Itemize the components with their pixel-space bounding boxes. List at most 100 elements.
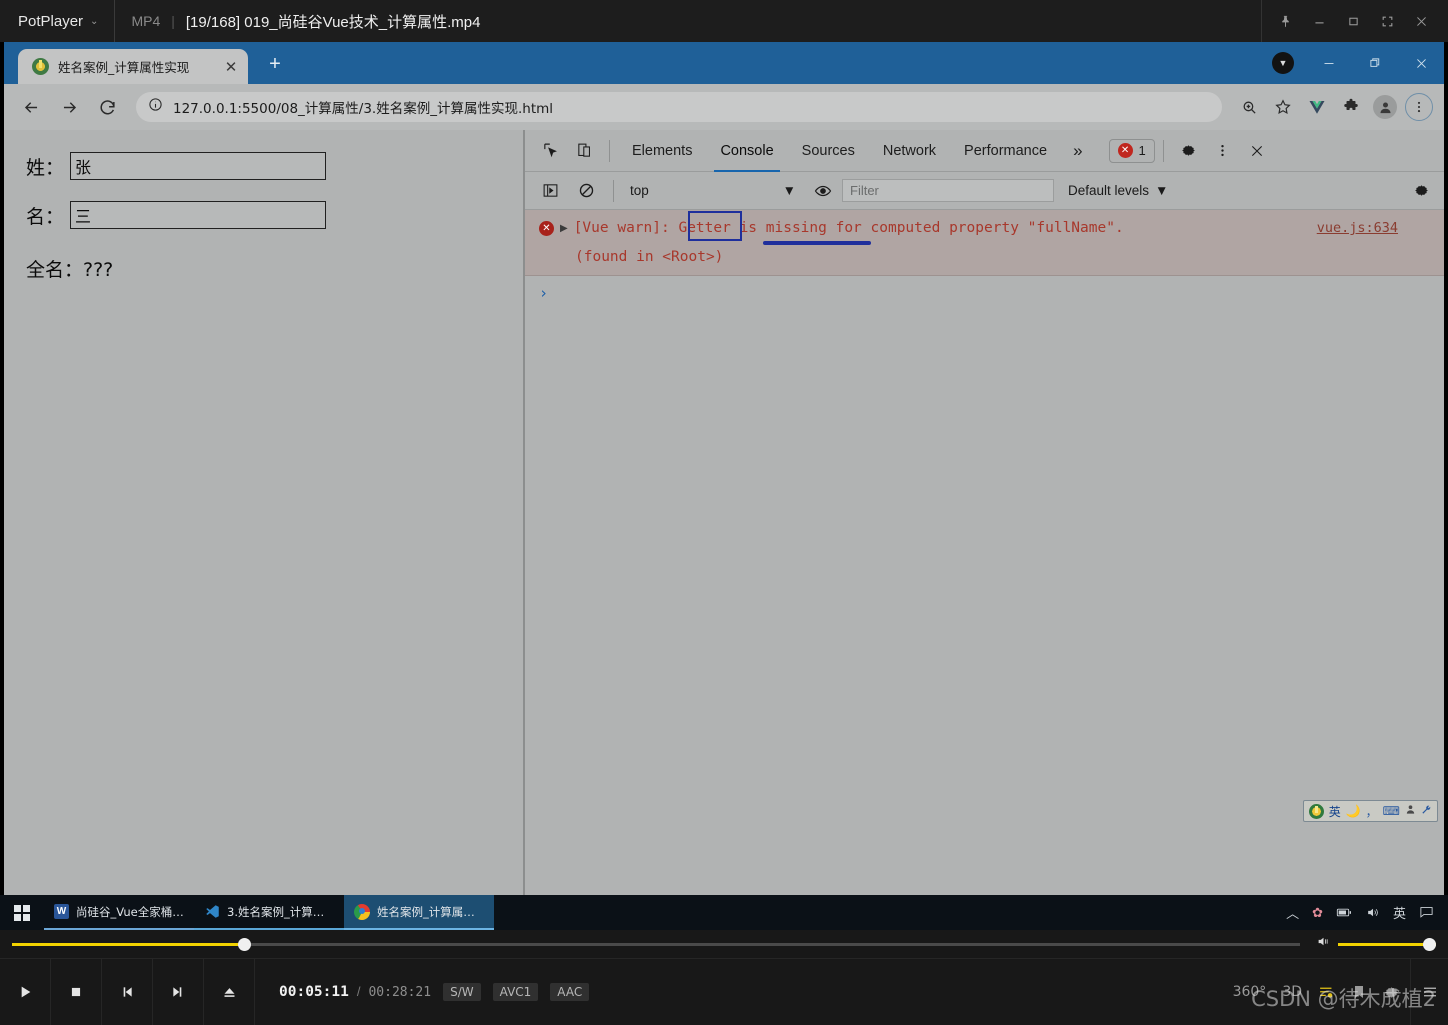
- keyboard-icon[interactable]: ⌨: [1383, 804, 1400, 818]
- extensions-puzzle-icon[interactable]: [1336, 92, 1366, 122]
- annotation-underline: [763, 241, 871, 245]
- expand-triangle-icon[interactable]: ▶: [560, 223, 568, 234]
- console-message-source-link[interactable]: vue.js:634: [1317, 220, 1398, 236]
- previous-icon[interactable]: [102, 958, 153, 1025]
- volume-icon[interactable]: [1316, 935, 1331, 953]
- chevron-up-icon[interactable]: ︿: [1286, 903, 1299, 922]
- tab-network[interactable]: Network: [869, 130, 950, 172]
- system-tray: ︿ ✿ 英: [1286, 903, 1448, 922]
- restore-icon[interactable]: [1352, 42, 1398, 84]
- comma-icon[interactable]: ，: [1366, 803, 1378, 820]
- console-message-found-in: (found in <Root>): [575, 248, 724, 265]
- tab-performance[interactable]: Performance: [950, 130, 1061, 172]
- settings-gear-icon[interactable]: [1172, 134, 1206, 168]
- profile-avatar-wrap[interactable]: [1370, 92, 1400, 122]
- person-icon[interactable]: [1405, 804, 1416, 818]
- profile-avatar-icon[interactable]: [1373, 95, 1397, 119]
- forward-arrow-icon[interactable]: [52, 90, 86, 124]
- log-levels-select[interactable]: Default levels ▼: [1068, 183, 1168, 198]
- playlist-icon[interactable]: [1318, 984, 1335, 1001]
- console-input-prompt[interactable]: ›: [525, 276, 1444, 302]
- site-info-icon[interactable]: [148, 97, 163, 117]
- close-devtools-icon[interactable]: [1240, 134, 1274, 168]
- console-sidebar-icon[interactable]: [533, 174, 567, 208]
- clear-console-icon[interactable]: [569, 174, 603, 208]
- volume-handle[interactable]: [1423, 937, 1436, 951]
- new-tab-button[interactable]: +: [262, 53, 288, 76]
- device-toolbar-icon[interactable]: [567, 134, 601, 168]
- console-filter-input[interactable]: Filter: [842, 179, 1054, 202]
- taskbar-item-chrome[interactable]: 姓名案例_计算属性实...: [344, 895, 494, 930]
- fullname-output: 全名：???: [26, 259, 114, 281]
- eject-icon[interactable]: [204, 958, 255, 1025]
- minimize-icon[interactable]: [1306, 42, 1352, 84]
- surname-field-row: 姓：: [26, 152, 525, 180]
- tab-sources[interactable]: Sources: [788, 130, 869, 172]
- player-menu-icon[interactable]: [1410, 958, 1448, 1025]
- pin-icon[interactable]: [1268, 0, 1302, 42]
- seek-slider[interactable]: [12, 937, 1300, 951]
- taskbar-item-word[interactable]: W 尚硅谷_Vue全家桶.d...: [44, 895, 194, 930]
- error-count-badge[interactable]: ✕ 1: [1108, 138, 1155, 163]
- browser-tab[interactable]: 姓名案例_计算属性实现 ✕: [18, 49, 248, 84]
- chrome-menu-wrap[interactable]: [1404, 92, 1434, 122]
- preferences-gear-icon[interactable]: [1383, 984, 1400, 1001]
- ime-language-label[interactable]: 英: [1329, 803, 1341, 820]
- volume-icon[interactable]: [1365, 906, 1380, 919]
- download-icon[interactable]: ▼: [1260, 42, 1306, 84]
- potplayer-app-name: PotPlayer: [18, 12, 84, 30]
- moon-icon[interactable]: 🌙: [1346, 804, 1361, 818]
- chrome-menu-icon[interactable]: [1405, 93, 1433, 121]
- codec-chip-video[interactable]: AVC1: [492, 983, 539, 1001]
- flower-icon[interactable]: ✿: [1312, 905, 1323, 921]
- bookmark-icon[interactable]: [1351, 984, 1367, 1000]
- volume-fill: [1338, 942, 1436, 946]
- vr360-button[interactable]: 360°: [1233, 984, 1267, 1000]
- wrench-icon[interactable]: [1421, 804, 1432, 818]
- codec-chip-sw[interactable]: S/W: [443, 983, 481, 1001]
- surname-input[interactable]: [70, 152, 326, 180]
- potplayer-app-menu[interactable]: PotPlayer ⌄: [0, 13, 98, 30]
- more-tabs-icon[interactable]: »: [1061, 141, 1094, 161]
- next-icon[interactable]: [153, 958, 204, 1025]
- givenname-input[interactable]: [70, 201, 326, 229]
- play-icon[interactable]: [0, 958, 51, 1025]
- maximize-icon[interactable]: [1336, 0, 1370, 42]
- reload-icon[interactable]: [90, 90, 124, 124]
- stop-icon[interactable]: [51, 958, 102, 1025]
- close-icon[interactable]: [1398, 42, 1444, 84]
- more-options-icon[interactable]: [1206, 134, 1240, 168]
- address-bar-url: 127.0.0.1:5500/08_计算属性/3.姓名案例_计算属性实现.htm…: [173, 101, 554, 117]
- inspect-element-icon[interactable]: [533, 134, 567, 168]
- back-arrow-icon[interactable]: [14, 90, 48, 124]
- tab-console[interactable]: Console: [706, 130, 787, 172]
- volume-slider[interactable]: [1338, 937, 1436, 951]
- battery-icon[interactable]: [1336, 907, 1352, 918]
- chrome-tabstrip: 姓名案例_计算属性实现 ✕ + ▼: [4, 42, 1444, 84]
- zoom-icon[interactable]: [1234, 92, 1264, 122]
- tab-close-icon[interactable]: ✕: [222, 58, 240, 76]
- ime-floating-bar[interactable]: 英 🌙 ， ⌨: [1302, 800, 1438, 822]
- execution-context-select[interactable]: top ▼: [624, 179, 804, 203]
- codec-chip-audio[interactable]: AAC: [550, 983, 590, 1001]
- live-expression-icon[interactable]: [806, 174, 840, 208]
- close-icon[interactable]: [1404, 0, 1438, 42]
- console-settings-icon[interactable]: [1404, 174, 1438, 208]
- notification-icon[interactable]: [1419, 905, 1434, 920]
- vue-devtools-icon[interactable]: [1302, 92, 1332, 122]
- fullscreen-icon[interactable]: [1370, 0, 1404, 42]
- tab-performance-label: Performance: [964, 142, 1048, 159]
- tab-elements[interactable]: Elements: [618, 130, 706, 172]
- ime-language-indicator[interactable]: 英: [1393, 903, 1406, 922]
- titlebar-separator: |: [171, 13, 175, 29]
- console-error-message[interactable]: ✕ ▶ [Vue warn]: Getter is missing for co…: [525, 210, 1444, 276]
- windows-start-icon[interactable]: [0, 904, 44, 921]
- seek-handle[interactable]: [237, 937, 251, 951]
- sogou-logo-icon[interactable]: [1308, 803, 1324, 819]
- minimize-icon[interactable]: [1302, 0, 1336, 42]
- taskbar-item-vscode[interactable]: 3.姓名案例_计算属...: [194, 895, 344, 930]
- vscode-icon: [204, 904, 220, 920]
- threed-button[interactable]: 3D: [1282, 984, 1302, 1000]
- address-bar[interactable]: 127.0.0.1:5500/08_计算属性/3.姓名案例_计算属性实现.htm…: [136, 92, 1222, 122]
- bookmark-star-icon[interactable]: [1268, 92, 1298, 122]
